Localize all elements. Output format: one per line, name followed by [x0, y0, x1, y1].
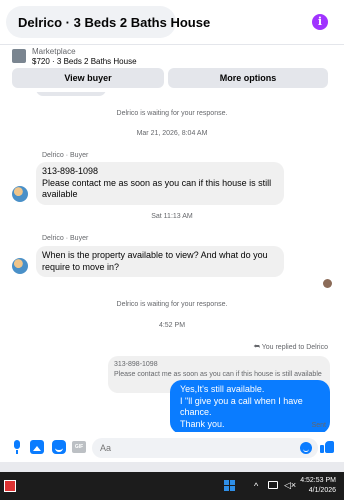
- timestamp: Sat 11:13 AM: [151, 213, 193, 220]
- message-input[interactable]: [92, 438, 318, 458]
- replied-note-text: You replied to Delrico: [261, 344, 328, 351]
- system-clock[interactable]: 4:52:53 PM 4/1/2026: [300, 476, 336, 496]
- replied-note: ⮪ You replied to Delrico: [253, 344, 328, 352]
- message-line: Please contact me as soon as you can if …: [42, 177, 272, 188]
- waiting-notice: Delrico is waiting for your response.: [116, 301, 228, 308]
- clock-time: 4:52:53 PM: [300, 477, 336, 484]
- sent-status: Sent: [311, 422, 326, 429]
- timestamp: Mar 21, 2026, 8:04 AM: [136, 130, 208, 137]
- seen-indicator-avatar: [323, 279, 332, 288]
- conversation-title-pill[interactable]: Delrico · 3 Beds 2 Baths House: [6, 6, 210, 38]
- network-icon[interactable]: [268, 481, 278, 489]
- incoming-message: When is the property available to view? …: [36, 246, 284, 277]
- message-line: 313-898-1098: [42, 166, 99, 176]
- info-icon[interactable]: i: [312, 14, 328, 30]
- incoming-message: 313-898-1098 Please contact me as soon a…: [36, 162, 284, 205]
- photo-icon[interactable]: [30, 440, 44, 454]
- microphone-icon[interactable]: [10, 440, 24, 454]
- message-line: available: [42, 189, 78, 199]
- reply-arrow-icon: ⮪: [253, 344, 262, 351]
- buyer-avatar[interactable]: [12, 186, 28, 202]
- sender-name: Delrico · Buyer: [42, 235, 89, 242]
- listing-summary: $720 · 3 Beds 2 Baths House: [32, 57, 137, 66]
- conversation-title: Delrico · 3 Beds 2 Baths House: [18, 14, 211, 30]
- listing-actions: View buyer More options: [0, 68, 344, 90]
- outgoing-message: Yes,It's still available. I "ll give you…: [170, 380, 330, 432]
- previous-message-bubble: [36, 92, 106, 96]
- quoted-line: Please contact me as soon as you can if …: [114, 370, 322, 378]
- sticker-icon[interactable]: [52, 440, 66, 454]
- message-composer: GIF: [0, 432, 344, 462]
- thumbs-up-icon[interactable]: [320, 440, 334, 454]
- message-line: require to move in?: [42, 261, 120, 272]
- windows-start-icon[interactable]: [224, 480, 236, 492]
- chevron-up-icon[interactable]: ^: [254, 481, 258, 491]
- emoji-icon[interactable]: [300, 442, 312, 454]
- timestamp: 4:52 PM: [158, 322, 186, 329]
- message-line: When is the property available to view? …: [42, 250, 268, 260]
- conversation-header: Delrico · 3 Beds 2 Baths House i: [0, 0, 344, 44]
- app-taskbar-icon[interactable]: [4, 480, 16, 492]
- listing-thumbnail: [12, 49, 26, 63]
- clock-date: 4/1/2026: [308, 487, 336, 494]
- gif-icon[interactable]: GIF: [72, 441, 86, 453]
- view-buyer-button[interactable]: View buyer: [12, 68, 164, 88]
- message-line: Yes,It's still available.: [180, 384, 265, 394]
- waiting-notice: Delrico is waiting for your response.: [116, 110, 228, 117]
- quoted-line: 313-898-1098: [114, 361, 158, 368]
- more-options-button[interactable]: More options: [168, 68, 328, 88]
- volume-muted-icon[interactable]: ◁×: [284, 480, 296, 491]
- message-line: I "ll give you a call when I have chance…: [180, 395, 303, 418]
- marketplace-label: Marketplace: [32, 47, 76, 56]
- message-thread[interactable]: Delrico is waiting for your response. Ma…: [0, 92, 344, 432]
- windows-taskbar: ^ ◁× 4:52:53 PM 4/1/2026: [0, 472, 344, 500]
- message-line: Thank you.: [180, 418, 225, 429]
- sender-name: Delrico · Buyer: [42, 152, 89, 159]
- buyer-avatar[interactable]: [12, 258, 28, 274]
